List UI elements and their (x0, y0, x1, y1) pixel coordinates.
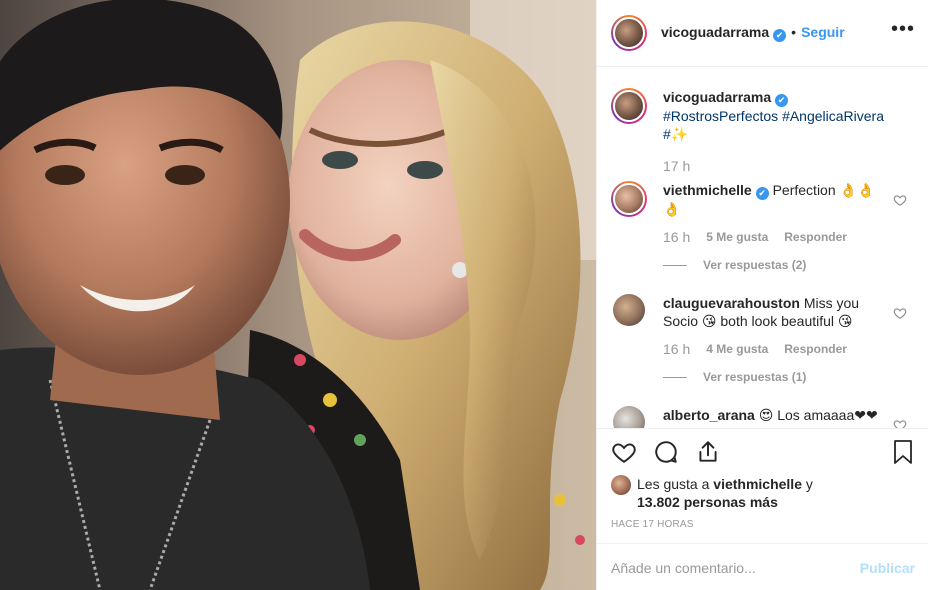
reply-button[interactable]: Responder (784, 340, 847, 358)
post-timestamp[interactable]: HACE 17 HORAS (611, 519, 694, 530)
post-photo[interactable] (0, 0, 596, 590)
commenter-avatar[interactable] (613, 294, 645, 326)
share-icon[interactable] (695, 439, 721, 465)
like-comment-heart-icon[interactable] (893, 418, 907, 428)
comments-list[interactable]: vicoguadarrama ✔ #RostrosPerfectos #Angel… (597, 68, 928, 428)
caption-time[interactable]: 17 h (663, 157, 690, 175)
hashtag-link[interactable]: #AngelicaRivera (782, 108, 884, 124)
commenter-avatar[interactable] (613, 406, 645, 428)
comment-likes[interactable]: 5 Me gusta (706, 228, 768, 246)
like-heart-icon[interactable] (611, 439, 637, 465)
publish-button[interactable]: Publicar (860, 560, 915, 576)
comment-item: alberto_arana 😍 Los amaaaa❤❤❤❤ (611, 406, 915, 428)
caption-meta: 17 h (663, 157, 889, 175)
hashtag-link[interactable]: #✨ (663, 126, 688, 142)
comment-bubble-icon[interactable] (653, 439, 679, 465)
reply-button[interactable]: Responder (784, 228, 847, 246)
comment-item: clauguevarahouston Miss you Socio 😘 both… (611, 294, 915, 386)
author-avatar-image (613, 17, 645, 49)
follow-button[interactable]: Seguir (801, 24, 845, 40)
view-replies[interactable]: Ver respuestas (1) (663, 368, 889, 386)
post-actions: Les gusta a viethmichelle y 13.802 perso… (597, 428, 928, 590)
view-replies-label: Ver respuestas (1) (703, 370, 807, 384)
verified-badge-icon: ✔ (773, 29, 787, 42)
view-replies[interactable]: Ver respuestas (2) (663, 256, 889, 274)
caption-username[interactable]: vicoguadarrama (663, 89, 771, 105)
commenter-avatar-image (613, 183, 645, 215)
hashtag-link[interactable]: #RostrosPerfectos (663, 108, 778, 124)
view-replies-label: Ver respuestas (2) (703, 258, 807, 272)
commenter-username[interactable]: clauguevarahouston (663, 295, 800, 311)
verified-badge-icon: ✔ (775, 94, 789, 107)
add-comment-bar: Publicar (597, 543, 928, 590)
post-side-panel: vicoguadarrama ✔ • Seguir ••• vicoguadarram… (596, 0, 928, 590)
post-header: vicoguadarrama ✔ • Seguir ••• (597, 0, 928, 67)
comment-meta: 16 h 5 Me gusta Responder (663, 228, 889, 246)
more-options-icon[interactable]: ••• (891, 19, 915, 39)
likes-and: y (801, 476, 813, 492)
replies-line (663, 264, 687, 266)
liker-username[interactable]: viethmichelle (713, 476, 802, 492)
selfie-illustration (0, 0, 596, 590)
author-avatar[interactable] (611, 15, 647, 51)
instagram-post: vicoguadarrama ✔ • Seguir ••• vicoguadarram… (0, 0, 928, 590)
action-icons (611, 439, 721, 465)
replies-line (663, 376, 687, 378)
likes-count[interactable]: 13.802 personas más (637, 494, 778, 510)
caption-avatar-image (613, 90, 645, 122)
liker-avatar[interactable] (611, 475, 631, 495)
commenter-username[interactable]: alberto_arana (663, 407, 755, 423)
caption: vicoguadarrama ✔ #RostrosPerfectos #Angel… (611, 88, 915, 175)
caption-avatar[interactable] (611, 88, 647, 124)
commenter-avatar[interactable] (611, 181, 647, 217)
likes-prefix: Les gusta a (637, 476, 714, 492)
author-username[interactable]: vicoguadarrama (661, 24, 769, 40)
bookmark-icon[interactable] (891, 439, 915, 465)
commenter-username[interactable]: viethmichelle (663, 182, 752, 198)
verified-badge-icon: ✔ (755, 187, 769, 200)
like-comment-heart-icon[interactable] (893, 306, 907, 320)
like-comment-heart-icon[interactable] (893, 193, 907, 207)
comment-time[interactable]: 16 h (663, 340, 690, 358)
comment-item: viethmichelle ✔ Perfection 👌👌👌 16 h 5 Me … (611, 181, 915, 274)
likes-summary: Les gusta a viethmichelle y 13.802 perso… (611, 475, 813, 511)
comment-meta: 16 h 4 Me gusta Responder (663, 340, 889, 358)
comment-input[interactable] (611, 559, 860, 576)
comment-likes[interactable]: 4 Me gusta (706, 340, 768, 358)
comment-time[interactable]: 16 h (663, 228, 690, 246)
separator-dot: • (791, 24, 797, 40)
